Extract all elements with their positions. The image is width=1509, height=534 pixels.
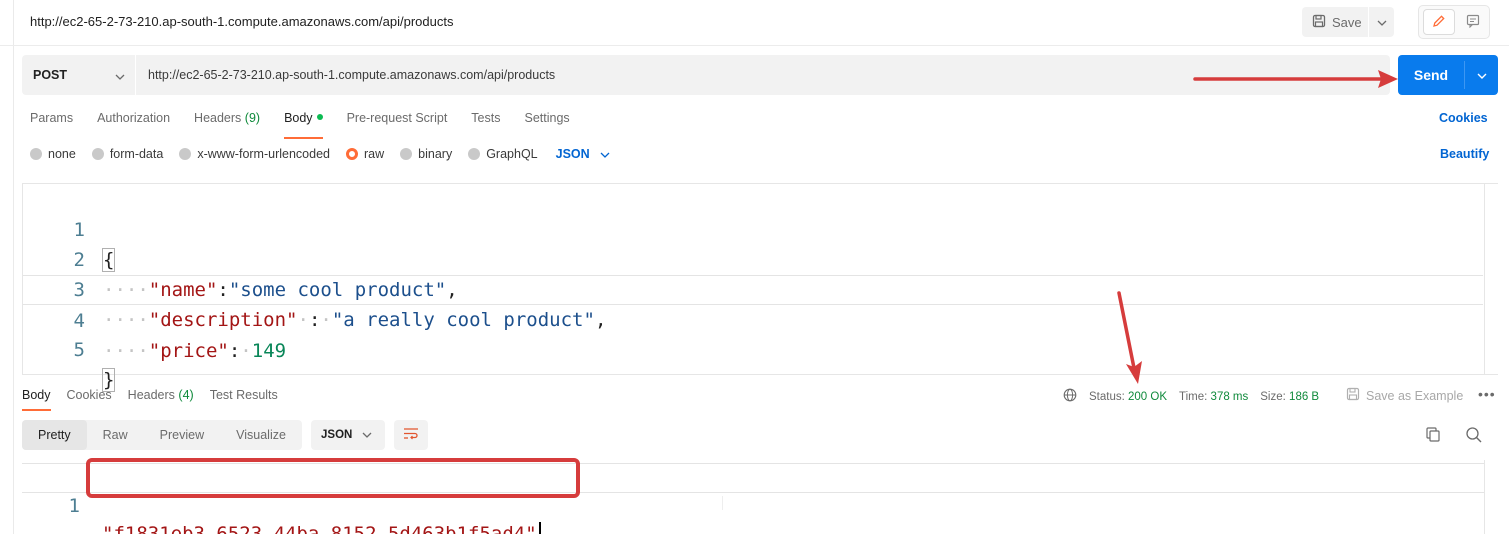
annotation-arrows [1117,70,1398,384]
annotation-arrow-status [1117,291,1142,384]
annotation-arrow-send [1193,70,1398,88]
